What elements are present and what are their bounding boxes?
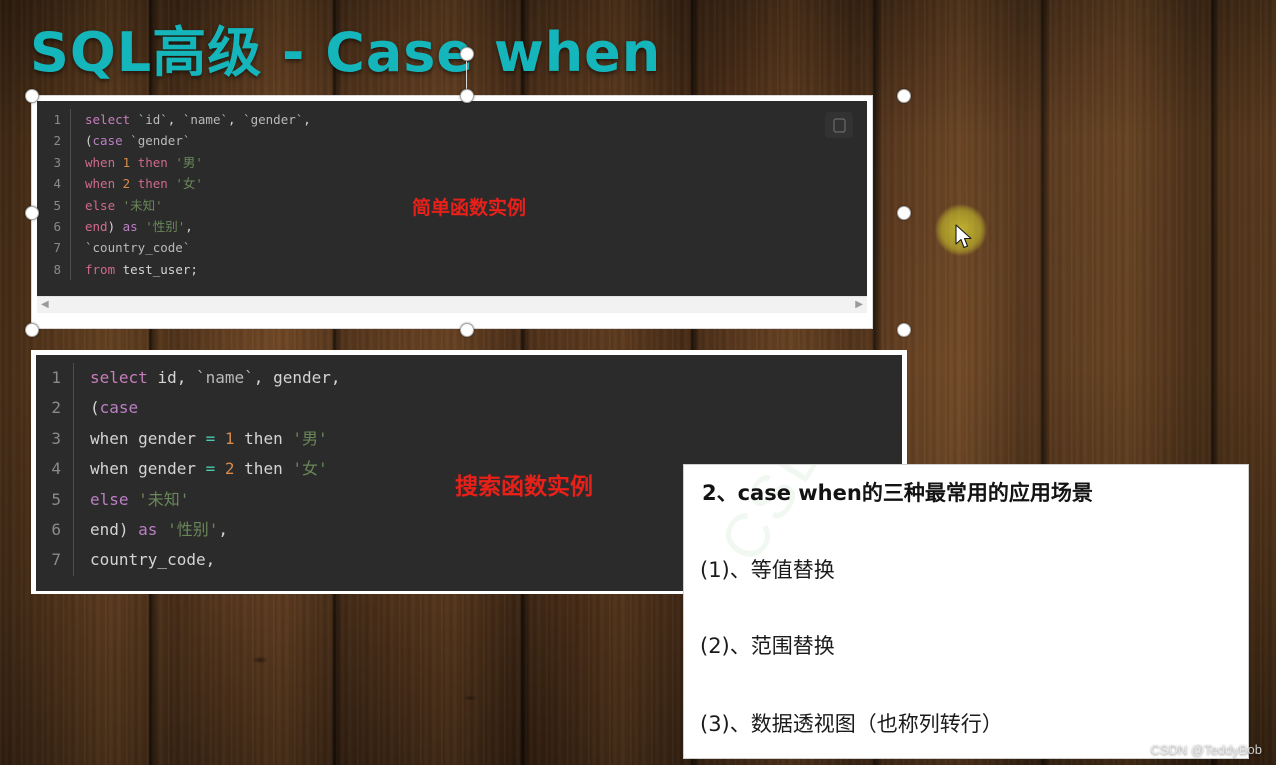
copy-icon-glyph (832, 117, 846, 133)
code-line: country_code, (90, 550, 216, 570)
panel-title: 2、case when的三种最常用的应用场景 (702, 481, 1093, 505)
scroll-left-arrow-icon[interactable]: ◀ (41, 300, 49, 310)
resize-handle-bottom-left[interactable] (25, 323, 39, 337)
csdn-credit: CSDN @TeddyBob (1150, 742, 1262, 757)
mouse-pointer-icon (955, 224, 972, 249)
page-title: SQL高级 - Case when (30, 21, 662, 84)
code-line: select id, `name`, gender, (90, 368, 341, 387)
code-line: else '未知' (90, 489, 190, 509)
annotation-simple-case: 简单函数实例 (412, 197, 527, 219)
code-line: from test_user; (85, 261, 198, 277)
resize-handle-middle-left[interactable] (25, 206, 39, 220)
line-number: 6 (51, 520, 61, 540)
code-block-1-horizontal-scrollbar[interactable]: ◀ ▶ (37, 296, 867, 313)
line-number: 5 (51, 489, 61, 509)
code-line: when 1 then '男' (85, 154, 203, 170)
code-line: when gender = 1 then '男' (90, 428, 328, 448)
code-line: `country_code` (85, 240, 191, 256)
annotation-searched-case: 搜索函数实例 (455, 474, 593, 500)
panel-list-item: (2)、范围替换 (700, 634, 835, 658)
slide-canvas: SQL高级 - Case when 1 2 3 4 5 6 7 8 select… (0, 0, 1276, 765)
resize-handle-top-right[interactable] (897, 89, 911, 103)
line-number: 5 (53, 197, 61, 213)
line-number: 7 (51, 550, 61, 570)
line-number: 2 (51, 398, 61, 418)
scroll-right-arrow-icon[interactable]: ▶ (855, 300, 863, 310)
line-number: 8 (53, 261, 61, 277)
code-block-2-gutter: 1 2 3 4 5 6 7 (36, 363, 74, 576)
code-line: else '未知' (85, 197, 163, 213)
line-number: 1 (53, 112, 61, 127)
code-block-1-content: 1 2 3 4 5 6 7 8 select `id`, `name`, `ge… (37, 101, 867, 281)
rotation-handle[interactable] (460, 47, 474, 61)
code-line: when gender = 2 then '女' (90, 459, 328, 479)
code-block-1-gutter: 1 2 3 4 5 6 7 8 (37, 109, 71, 281)
resize-handle-bottom-center[interactable] (460, 323, 474, 337)
line-number: 3 (53, 154, 61, 170)
resize-handle-bottom-right[interactable] (897, 323, 911, 337)
code-block-2-lines[interactable]: select id, `name`, gender, (case when gend… (74, 363, 341, 576)
resize-handle-top-center[interactable] (460, 89, 474, 103)
resize-handle-top-left[interactable] (25, 89, 39, 103)
usage-scenarios-panel: CSDN 2、case when的三种最常用的应用场景 (1)、等值替换 (2)… (683, 464, 1249, 759)
resize-handle-middle-right[interactable] (897, 206, 911, 220)
code-line: when 2 then '女' (85, 176, 203, 192)
code-line: end) as '性别', (90, 520, 228, 540)
code-line: (case `gender` (85, 133, 191, 149)
line-number: 3 (51, 428, 61, 448)
line-number: 2 (53, 133, 61, 149)
code-block-1-lines[interactable]: select `id`, `name`, `gender`, (case `gen… (71, 109, 311, 280)
line-number: 6 (53, 219, 61, 235)
panel-list-item: (1)、等值替换 (700, 558, 835, 582)
copy-icon[interactable] (825, 112, 853, 138)
code-line: (case (90, 398, 139, 418)
code-line: select `id`, `name`, `gender`, (85, 112, 311, 127)
line-number: 7 (53, 240, 61, 256)
panel-list-item: (3)、数据透视图（也称列转行） (700, 712, 1003, 736)
code-line: end) as '性别', (85, 219, 193, 235)
line-number: 1 (51, 368, 61, 387)
line-number: 4 (51, 459, 61, 479)
line-number: 4 (53, 176, 61, 192)
